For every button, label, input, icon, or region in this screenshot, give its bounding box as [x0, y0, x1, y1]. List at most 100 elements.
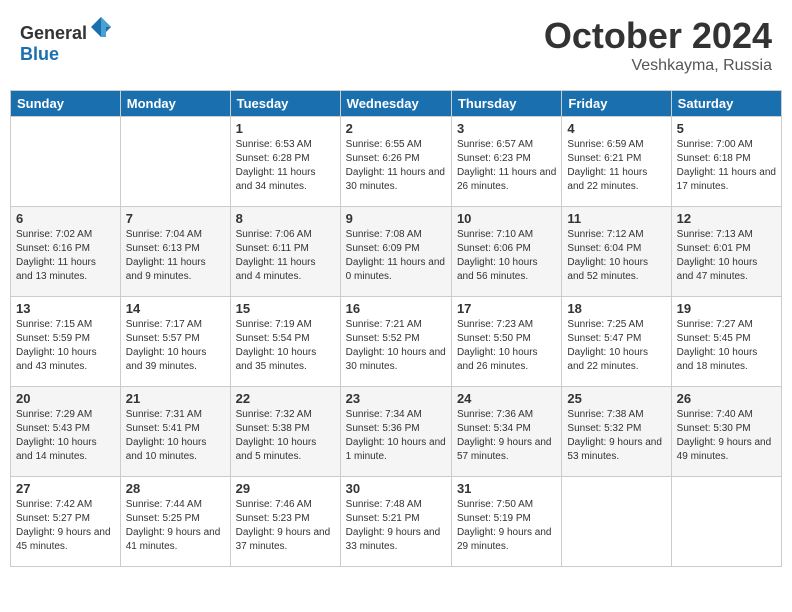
day-number: 18: [567, 301, 665, 316]
calendar-cell: 16Sunrise: 7:21 AM Sunset: 5:52 PM Dayli…: [340, 297, 451, 387]
day-info: Sunrise: 7:34 AM Sunset: 5:36 PM Dayligh…: [346, 408, 446, 464]
day-number: 15: [236, 301, 335, 316]
calendar-cell: 3Sunrise: 6:57 AM Sunset: 6:23 PM Daylig…: [451, 117, 561, 207]
day-number: 29: [236, 481, 335, 496]
weekday-header-friday: Friday: [562, 91, 671, 117]
day-info: Sunrise: 7:08 AM Sunset: 6:09 PM Dayligh…: [346, 228, 446, 284]
calendar-cell: 28 Sunrise: 7:44 AM Sunset: 5:25 PM Dayli…: [120, 477, 230, 567]
day-number: 14: [126, 301, 225, 316]
day-number: 4: [567, 121, 665, 136]
weekday-header-tuesday: Tuesday: [230, 91, 340, 117]
calendar-cell: 7 Sunrise: 7:04 AM Sunset: 6:13 PM Daylig…: [120, 207, 230, 297]
calendar-cell: 21 Sunrise: 7:31 AM Sunset: 5:41 PM Dayli…: [120, 387, 230, 477]
day-info: Sunrise: 7:40 AM Sunset: 5:30 PM Dayligh…: [677, 408, 776, 464]
day-number: 9: [346, 211, 446, 226]
calendar-cell: 25Sunrise: 7:38 AM Sunset: 5:32 PM Dayli…: [562, 387, 671, 477]
month-title: October 2024: [544, 15, 772, 57]
logo-blue: Blue: [20, 44, 59, 64]
calendar-cell: 4Sunrise: 6:59 AM Sunset: 6:21 PM Daylig…: [562, 117, 671, 207]
day-number: 1: [236, 121, 335, 136]
day-info: Sunrise: 7:48 AM Sunset: 5:21 PM Dayligh…: [346, 498, 446, 554]
day-info: Sunrise: 7:15 AM Sunset: 5:59 PM Dayligh…: [16, 318, 115, 374]
calendar-cell: 18 Sunrise: 7:25 AM Sunset: 5:47 PM Dayli…: [562, 297, 671, 387]
calendar-cell: 5 Sunrise: 7:00 AM Sunset: 6:18 PM Daylig…: [671, 117, 781, 207]
calendar-cell: 29 Sunrise: 7:46 AM Sunset: 5:23 PM Dayli…: [230, 477, 340, 567]
calendar-cell: 26 Sunrise: 7:40 AM Sunset: 5:30 PM Dayli…: [671, 387, 781, 477]
day-info: Sunrise: 7:25 AM Sunset: 5:47 PM Dayligh…: [567, 318, 665, 374]
day-number: 28: [126, 481, 225, 496]
calendar-cell: 8 Sunrise: 7:06 AM Sunset: 6:11 PM Daylig…: [230, 207, 340, 297]
calendar-cell: [11, 117, 121, 207]
day-info: Sunrise: 7:50 AM Sunset: 5:19 PM Dayligh…: [457, 498, 556, 554]
calendar-cell: 17 Sunrise: 7:23 AM Sunset: 5:50 PM Dayli…: [451, 297, 561, 387]
day-info: Sunrise: 7:46 AM Sunset: 5:23 PM Dayligh…: [236, 498, 335, 554]
day-info: Sunrise: 7:02 AM Sunset: 6:16 PM Dayligh…: [16, 228, 115, 284]
calendar-cell: 19Sunrise: 7:27 AM Sunset: 5:45 PM Dayli…: [671, 297, 781, 387]
day-number: 16: [346, 301, 446, 316]
day-number: 10: [457, 211, 556, 226]
day-info: Sunrise: 7:31 AM Sunset: 5:41 PM Dayligh…: [126, 408, 225, 464]
day-info: Sunrise: 7:13 AM Sunset: 6:01 PM Dayligh…: [677, 228, 776, 284]
calendar-cell: 22 Sunrise: 7:32 AM Sunset: 5:38 PM Dayli…: [230, 387, 340, 477]
logo-text: General Blue: [20, 15, 113, 65]
day-number: 2: [346, 121, 446, 136]
calendar-cell: 6 Sunrise: 7:02 AM Sunset: 6:16 PM Daylig…: [11, 207, 121, 297]
calendar-cell: 12Sunrise: 7:13 AM Sunset: 6:01 PM Dayli…: [671, 207, 781, 297]
calendar-cell: 31 Sunrise: 7:50 AM Sunset: 5:19 PM Dayli…: [451, 477, 561, 567]
weekday-header-sunday: Sunday: [11, 91, 121, 117]
day-number: 24: [457, 391, 556, 406]
calendar-cell: 9 Sunrise: 7:08 AM Sunset: 6:09 PM Daylig…: [340, 207, 451, 297]
title-block: October 2024 Veshkayma, Russia: [544, 15, 772, 75]
page-header: General Blue October 2024 Veshkayma, Rus…: [10, 10, 782, 80]
day-info: Sunrise: 7:42 AM Sunset: 5:27 PM Dayligh…: [16, 498, 115, 554]
day-info: Sunrise: 7:44 AM Sunset: 5:25 PM Dayligh…: [126, 498, 225, 554]
day-number: 27: [16, 481, 115, 496]
day-number: 5: [677, 121, 776, 136]
day-info: Sunrise: 7:12 AM Sunset: 6:04 PM Dayligh…: [567, 228, 665, 284]
day-number: 20: [16, 391, 115, 406]
day-number: 19: [677, 301, 776, 316]
calendar-cell: [120, 117, 230, 207]
day-number: 21: [126, 391, 225, 406]
day-info: Sunrise: 7:38 AM Sunset: 5:32 PM Dayligh…: [567, 408, 665, 464]
day-number: 7: [126, 211, 225, 226]
day-number: 6: [16, 211, 115, 226]
calendar-cell: 14 Sunrise: 7:17 AM Sunset: 5:57 PM Dayli…: [120, 297, 230, 387]
weekday-header-thursday: Thursday: [451, 91, 561, 117]
calendar-cell: 23Sunrise: 7:34 AM Sunset: 5:36 PM Dayli…: [340, 387, 451, 477]
day-number: 22: [236, 391, 335, 406]
day-info: Sunrise: 7:04 AM Sunset: 6:13 PM Dayligh…: [126, 228, 225, 284]
day-number: 8: [236, 211, 335, 226]
day-number: 11: [567, 211, 665, 226]
day-number: 13: [16, 301, 115, 316]
calendar-cell: 24 Sunrise: 7:36 AM Sunset: 5:34 PM Dayli…: [451, 387, 561, 477]
calendar-cell: [671, 477, 781, 567]
day-info: Sunrise: 7:19 AM Sunset: 5:54 PM Dayligh…: [236, 318, 335, 374]
day-info: Sunrise: 7:06 AM Sunset: 6:11 PM Dayligh…: [236, 228, 335, 284]
day-info: Sunrise: 7:10 AM Sunset: 6:06 PM Dayligh…: [457, 228, 556, 284]
logo-general: General: [20, 23, 87, 43]
day-number: 17: [457, 301, 556, 316]
location-title: Veshkayma, Russia: [544, 57, 772, 75]
weekday-header-monday: Monday: [120, 91, 230, 117]
calendar-cell: 20 Sunrise: 7:29 AM Sunset: 5:43 PM Dayli…: [11, 387, 121, 477]
day-info: Sunrise: 7:36 AM Sunset: 5:34 PM Dayligh…: [457, 408, 556, 464]
day-info: Sunrise: 7:23 AM Sunset: 5:50 PM Dayligh…: [457, 318, 556, 374]
weekday-header-wednesday: Wednesday: [340, 91, 451, 117]
calendar-cell: 27 Sunrise: 7:42 AM Sunset: 5:27 PM Dayli…: [11, 477, 121, 567]
calendar-cell: 2Sunrise: 6:55 AM Sunset: 6:26 PM Daylig…: [340, 117, 451, 207]
calendar-cell: 30 Sunrise: 7:48 AM Sunset: 5:21 PM Dayli…: [340, 477, 451, 567]
weekday-header-saturday: Saturday: [671, 91, 781, 117]
day-number: 26: [677, 391, 776, 406]
day-info: Sunrise: 7:32 AM Sunset: 5:38 PM Dayligh…: [236, 408, 335, 464]
day-number: 30: [346, 481, 446, 496]
calendar-cell: [562, 477, 671, 567]
calendar-cell: 13 Sunrise: 7:15 AM Sunset: 5:59 PM Dayli…: [11, 297, 121, 387]
day-info: Sunrise: 7:17 AM Sunset: 5:57 PM Dayligh…: [126, 318, 225, 374]
calendar-cell: 1Sunrise: 6:53 AM Sunset: 6:28 PM Daylig…: [230, 117, 340, 207]
day-number: 3: [457, 121, 556, 136]
calendar-cell: 11 Sunrise: 7:12 AM Sunset: 6:04 PM Dayli…: [562, 207, 671, 297]
day-info: Sunrise: 7:00 AM Sunset: 6:18 PM Dayligh…: [677, 138, 776, 194]
day-info: Sunrise: 7:29 AM Sunset: 5:43 PM Dayligh…: [16, 408, 115, 464]
day-number: 31: [457, 481, 556, 496]
